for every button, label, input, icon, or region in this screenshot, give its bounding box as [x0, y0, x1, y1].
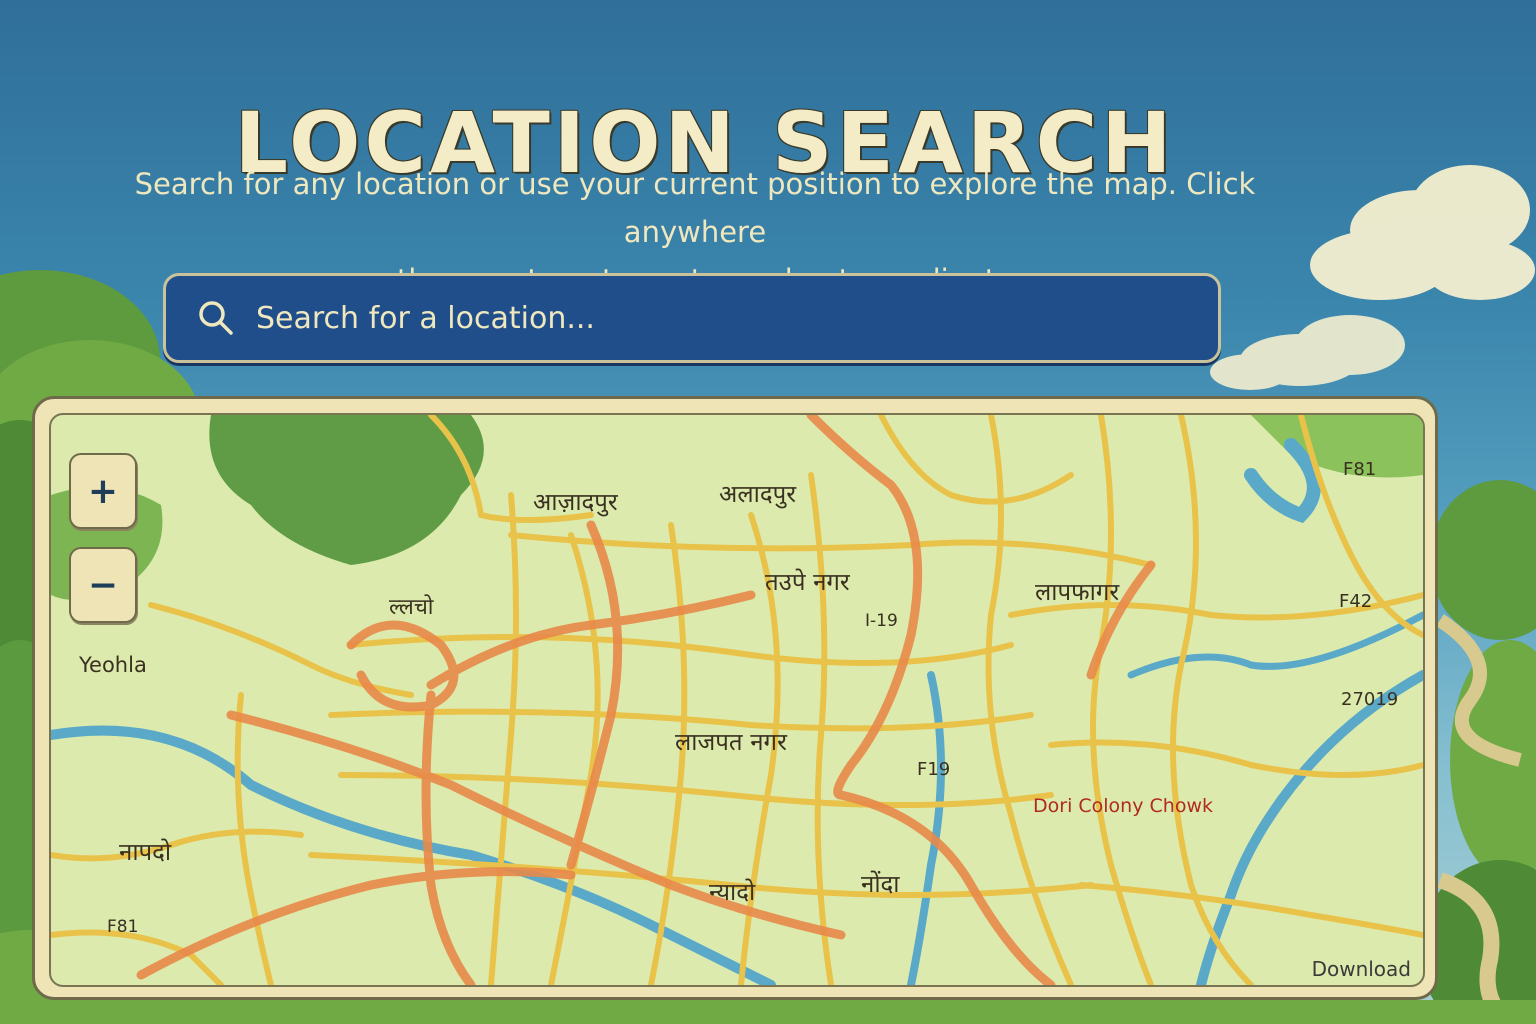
map-panel: आज़ादपुर अलादपुर तउपे नगर I-19 लापफागर F…: [32, 396, 1438, 1000]
map-label-lalcho: ल्लचो: [389, 595, 434, 620]
search-input[interactable]: [254, 299, 1158, 337]
map-label-nonda: नोंदा: [861, 870, 900, 898]
zoom-in-button[interactable]: +: [69, 453, 137, 529]
zoom-out-button[interactable]: −: [69, 547, 137, 623]
map-label-tajpet-nagar: तउपे नगर: [765, 568, 850, 596]
search-icon: [199, 301, 233, 335]
map-label-f81-bottom: F81: [107, 917, 139, 937]
map-label-27019: 27019: [1341, 689, 1399, 710]
map-label-code-i19: I-19: [865, 611, 898, 631]
map-label-dori-colony-chowk: Dori Colony Chowk: [1033, 795, 1213, 817]
ground-bottom: [0, 1000, 1536, 1024]
map-label-lajpat-nagar: लाजपत नगर: [675, 728, 787, 756]
map-label-naapdo: नापदो: [119, 838, 172, 866]
download-link[interactable]: Download: [1312, 957, 1411, 981]
map-label-nyaado: न्यादो: [709, 878, 756, 906]
cloud-right-lower: [1210, 315, 1405, 390]
subtitle-line-1: Search for any location or use your curr…: [134, 167, 1256, 249]
map-label-lapfagar: लापफागर: [1035, 578, 1120, 606]
map-label-f19: F19: [917, 759, 951, 780]
map-label-f81-top: F81: [1343, 459, 1377, 480]
map-label-azadpur: आज़ादपुर: [533, 488, 618, 516]
map-label-yeohla: Yeohla: [79, 653, 147, 677]
map-label-alaadpur: अलादपुर: [719, 480, 797, 508]
map-label-f42: F42: [1339, 591, 1373, 612]
search-bar[interactable]: [163, 273, 1221, 363]
map-canvas[interactable]: आज़ादपुर अलादपुर तउपे नगर I-19 लापफागर F…: [49, 413, 1425, 987]
